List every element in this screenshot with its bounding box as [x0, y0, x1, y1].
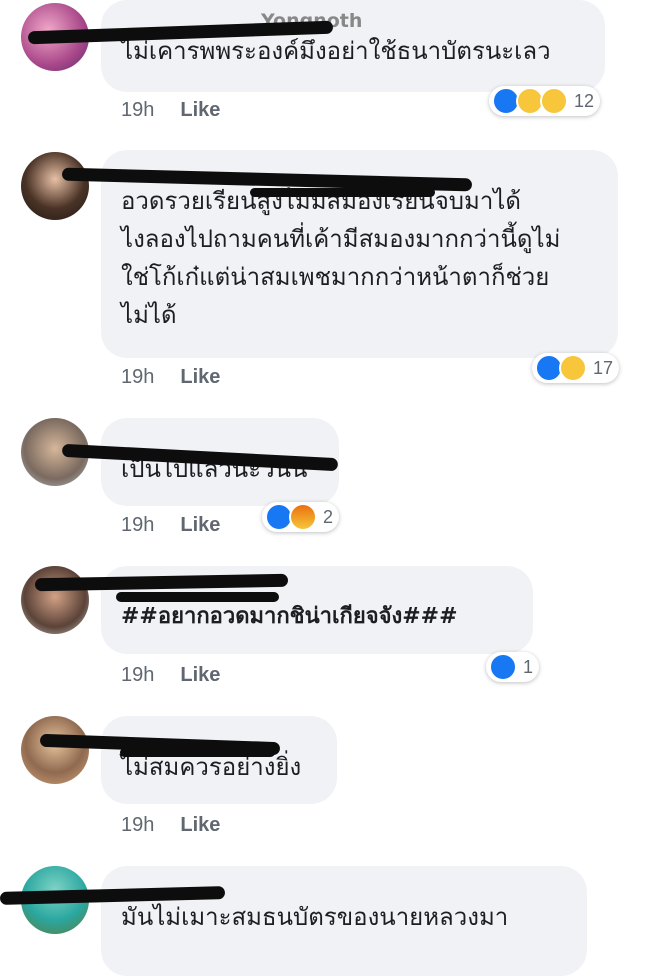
like-button[interactable]: Like — [180, 366, 220, 388]
comment: ไม่สมควรอย่างยิ่ง 19h Like — [0, 716, 646, 846]
like-icon — [489, 653, 517, 681]
comment: อวดรวยเรียนสูงไม่มีสมองเรียนจบมาได้ ไงลอ… — [0, 150, 646, 400]
comment-timestamp[interactable]: 19h — [121, 664, 154, 686]
angry-icon — [289, 503, 317, 531]
like-button[interactable]: Like — [180, 814, 220, 836]
like-button[interactable]: Like — [180, 514, 220, 536]
haha-icon — [559, 354, 587, 382]
wow-icon — [540, 87, 568, 115]
reaction-count: 1 — [523, 656, 534, 677]
reactions-summary[interactable]: 12 — [489, 86, 601, 116]
comment-text: มันไม่เมาะสมธนบัตรของนายหลวงมา — [121, 903, 509, 931]
comment-text: ##อยากอวดมากชิน่าเกียจจัง### — [121, 604, 458, 629]
comment-timestamp[interactable]: 19h — [121, 99, 154, 121]
comment-meta: 19h Like — [121, 512, 220, 538]
reactions-summary[interactable]: 1 — [486, 652, 540, 682]
avatar[interactable] — [21, 566, 89, 634]
like-button[interactable]: Like — [180, 664, 220, 686]
comment: ##อยากอวดมากชิน่าเกียจจัง### 19h Like 1 — [0, 566, 646, 696]
comment: เป็นไปแล้วน่ะวันนี 19h Like 2 — [0, 418, 646, 548]
comment-meta: 19h Like — [121, 97, 220, 123]
comment-timestamp[interactable]: 19h — [121, 366, 154, 388]
comment: Yongnoth ไม่เคารพพระองค์มึงอย่าใช้ธนาบัต… — [0, 0, 646, 130]
reactions-summary[interactable]: 17 — [532, 353, 620, 383]
comment-timestamp[interactable]: 19h — [121, 514, 154, 536]
redaction-mark — [250, 188, 435, 197]
reaction-count: 17 — [593, 357, 614, 378]
comment-meta: 19h Like — [121, 364, 220, 390]
comment-text: อวดรวยเรียนสูงไม่มีสมองเรียนจบมาได้ ไงลอ… — [121, 187, 561, 329]
comment-author[interactable] — [121, 428, 319, 450]
redaction-mark — [120, 748, 275, 757]
reactions-summary[interactable]: 2 — [262, 502, 340, 532]
comment-bubble: ไม่สมควรอย่างยิ่ง — [101, 716, 337, 804]
comment-meta: 19h Like — [121, 662, 220, 688]
comment: มันไม่เมาะสมธนบัตรของนายหลวงมา — [0, 866, 646, 976]
redaction-mark — [116, 592, 279, 602]
like-button[interactable]: Like — [180, 99, 220, 121]
avatar[interactable] — [21, 716, 89, 784]
reaction-count: 12 — [574, 90, 595, 111]
avatar[interactable] — [21, 152, 89, 220]
comment-bubble: Yongnoth ไม่เคารพพระองค์มึงอย่าใช้ธนาบัต… — [101, 0, 605, 92]
reaction-count: 2 — [323, 506, 334, 527]
comment-timestamp[interactable]: 19h — [121, 814, 154, 836]
comment-meta: 19h Like — [121, 812, 220, 838]
